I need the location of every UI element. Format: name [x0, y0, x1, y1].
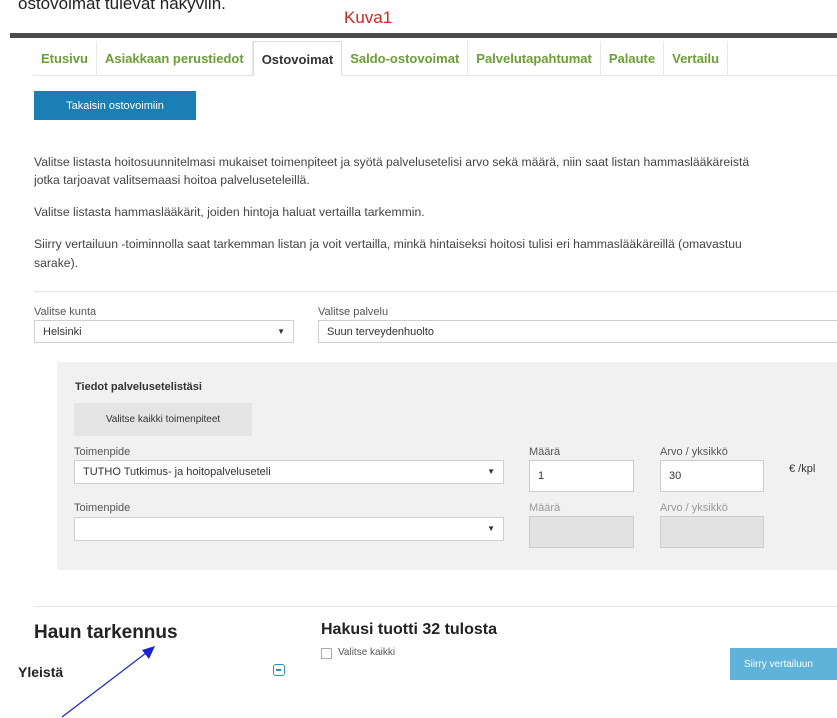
- annotation-arrow: [61, 646, 155, 718]
- arrow-line: [61, 649, 151, 718]
- arrow-head-icon: [142, 646, 155, 659]
